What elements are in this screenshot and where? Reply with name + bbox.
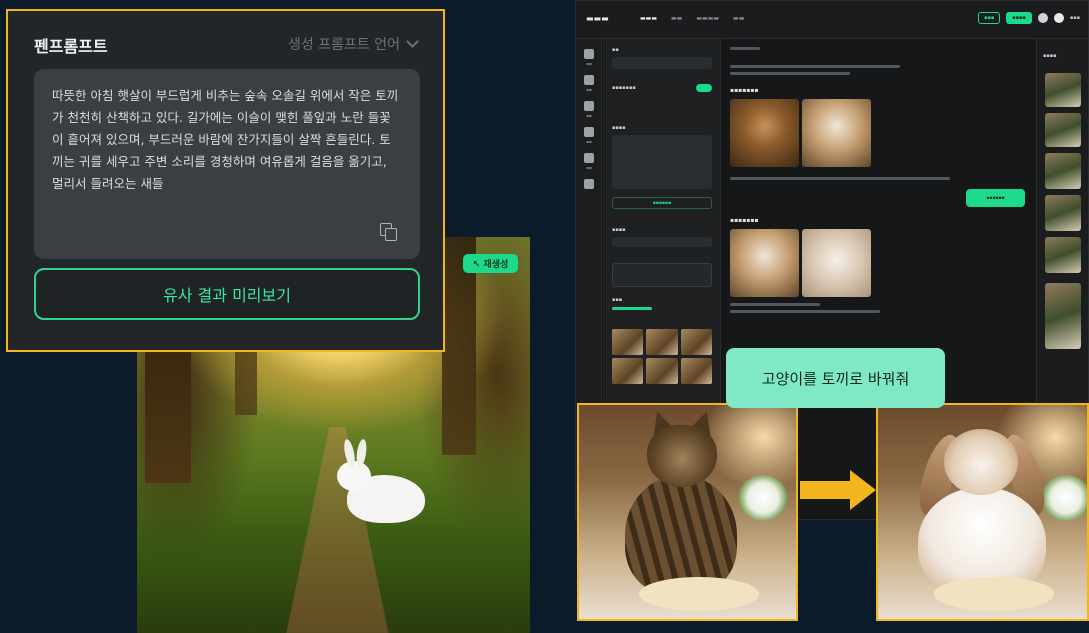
style-thumbnail[interactable] xyxy=(680,358,712,384)
strength-slider[interactable] xyxy=(612,307,652,310)
history-thumbnail[interactable] xyxy=(1045,283,1081,349)
side-label: ▪▪▪▪ xyxy=(612,227,626,233)
rail-edit-icon[interactable] xyxy=(584,127,594,137)
ratio-select[interactable] xyxy=(612,237,712,247)
white-rabbit xyxy=(337,438,433,527)
result-cat-image[interactable] xyxy=(730,99,799,167)
rail-more-icon[interactable] xyxy=(584,179,594,189)
flowers xyxy=(1041,475,1087,521)
result-section-title: ▪▪▪▪▪▪▪ xyxy=(730,217,759,224)
result-rabbit-image[interactable] xyxy=(730,229,799,297)
nav-tab[interactable]: ▬▬▬ xyxy=(640,15,657,22)
app-topbar: ▬▬▬ ▬▬▬ ▬▬ ▬▬▬▬ ▬▬ ▪▪▪ ▪▪▪▪ ▪▪▪ xyxy=(576,1,1088,39)
text-line xyxy=(730,72,850,75)
before-cat-image xyxy=(577,403,798,621)
rail-label: ▪▪ xyxy=(586,165,592,170)
history-thumbnail[interactable] xyxy=(1045,113,1081,147)
side-prompt-textarea[interactable] xyxy=(612,135,712,189)
text-line xyxy=(730,310,880,313)
avatar[interactable] xyxy=(1053,13,1064,23)
text-line xyxy=(730,303,820,306)
rail-label: ▪▪ xyxy=(586,139,592,144)
side-label: ▪▪▪▪▪▪▪ xyxy=(612,85,636,91)
style-thumbnail[interactable] xyxy=(612,358,644,384)
apply-edit-button[interactable]: ▪▪▪▪▪▪ xyxy=(966,189,1025,207)
result-rabbit-image[interactable] xyxy=(802,99,871,167)
after-rabbit-image xyxy=(876,403,1089,621)
prompt-textbox[interactable]: 따뜻한 아침 햇살이 부드럽게 비추는 숲속 오솔길 위에서 작은 토끼가 천천… xyxy=(34,69,420,259)
side-generate-button[interactable]: ▪▪▪▪▪▪ xyxy=(612,197,712,209)
topbar-actions: ▪▪▪ ▪▪▪▪ ▪▪▪ xyxy=(978,12,1080,24)
flowers xyxy=(738,475,788,521)
history-thumbnail[interactable] xyxy=(1045,73,1081,107)
rail-home-icon[interactable] xyxy=(584,49,594,59)
user-name: ▪▪▪ xyxy=(1069,15,1080,21)
text-line xyxy=(730,177,950,180)
edit-instruction-tooltip: 고양이를 토끼로 바꿔줘 xyxy=(726,348,945,408)
history-thumbnail[interactable] xyxy=(1045,195,1081,231)
app-nav: ▬▬▬ ▬▬ ▬▬▬▬ ▬▬ xyxy=(640,15,744,22)
prompt-text: 따뜻한 아침 햇살이 부드럽게 비추는 숲속 오솔길 위에서 작은 토끼가 천천… xyxy=(52,88,399,191)
side-label: ▪▪▪▪ xyxy=(612,125,626,131)
prompt-panel: 펜프롬프트 생성 프롬프트 언어 따뜻한 아침 햇살이 부드럽게 비추는 숲속 … xyxy=(6,9,445,352)
arrow-right-icon xyxy=(800,470,880,510)
prompt-panel-header: 펜프롬프트 생성 프롬프트 언어 xyxy=(34,33,419,57)
model-select[interactable] xyxy=(612,57,712,69)
rail-label: ▪▪ xyxy=(586,87,592,92)
text-line xyxy=(730,65,900,68)
style-thumbnail-grid xyxy=(612,329,712,384)
regenerate-badge[interactable]: ↖ 재생성 xyxy=(463,254,518,273)
text-line xyxy=(730,47,760,50)
history-label: ▪▪▪▪ xyxy=(1043,53,1057,59)
preview-results-button[interactable]: 유사 결과 미리보기 xyxy=(34,268,420,320)
size-options[interactable] xyxy=(612,263,712,287)
result-section-title: ▪▪▪▪▪▪▪ xyxy=(730,87,759,94)
app-logo: ▬▬▬ xyxy=(586,14,609,23)
rail-history-icon[interactable] xyxy=(584,153,594,163)
style-thumbnail[interactable] xyxy=(646,329,678,355)
rail-image-icon[interactable] xyxy=(584,75,594,85)
bunny-head xyxy=(944,429,1018,495)
style-thumbnail[interactable] xyxy=(612,329,644,355)
side-label: ▪▪ xyxy=(612,47,619,53)
style-thumbnail[interactable] xyxy=(646,358,678,384)
prompt-language-label: 생성 프롬프트 언어 xyxy=(288,37,400,53)
prompt-toggle[interactable] xyxy=(696,84,712,92)
dough xyxy=(639,577,759,611)
side-label: ▪▪▪ xyxy=(612,297,623,303)
notification-icon[interactable] xyxy=(1037,13,1048,23)
nav-tab[interactable]: ▬▬ xyxy=(671,15,682,22)
history-thumbnail[interactable] xyxy=(1045,237,1081,273)
nav-tab[interactable]: ▬▬▬▬ xyxy=(696,15,719,22)
cat-head xyxy=(647,425,717,487)
style-thumbnail[interactable] xyxy=(680,329,712,355)
prompt-language-dropdown[interactable]: 생성 프롬프트 언어 xyxy=(288,34,419,54)
rail-label: ▪▪ xyxy=(586,113,592,118)
prompt-panel-title: 펜프롬프트 xyxy=(34,37,108,56)
copy-icon[interactable] xyxy=(380,223,398,241)
dough xyxy=(934,577,1054,611)
topbar-pill-button[interactable]: ▪▪▪ xyxy=(978,12,1001,24)
rail-label: ▪▪ xyxy=(586,61,592,66)
chevron-down-icon xyxy=(406,35,419,48)
result-rabbit-image[interactable] xyxy=(802,229,871,297)
rail-video-icon[interactable] xyxy=(584,101,594,111)
nav-tab[interactable]: ▬▬ xyxy=(733,15,744,22)
history-thumbnail[interactable] xyxy=(1045,153,1081,189)
topbar-upgrade-button[interactable]: ▪▪▪▪ xyxy=(1006,12,1032,24)
